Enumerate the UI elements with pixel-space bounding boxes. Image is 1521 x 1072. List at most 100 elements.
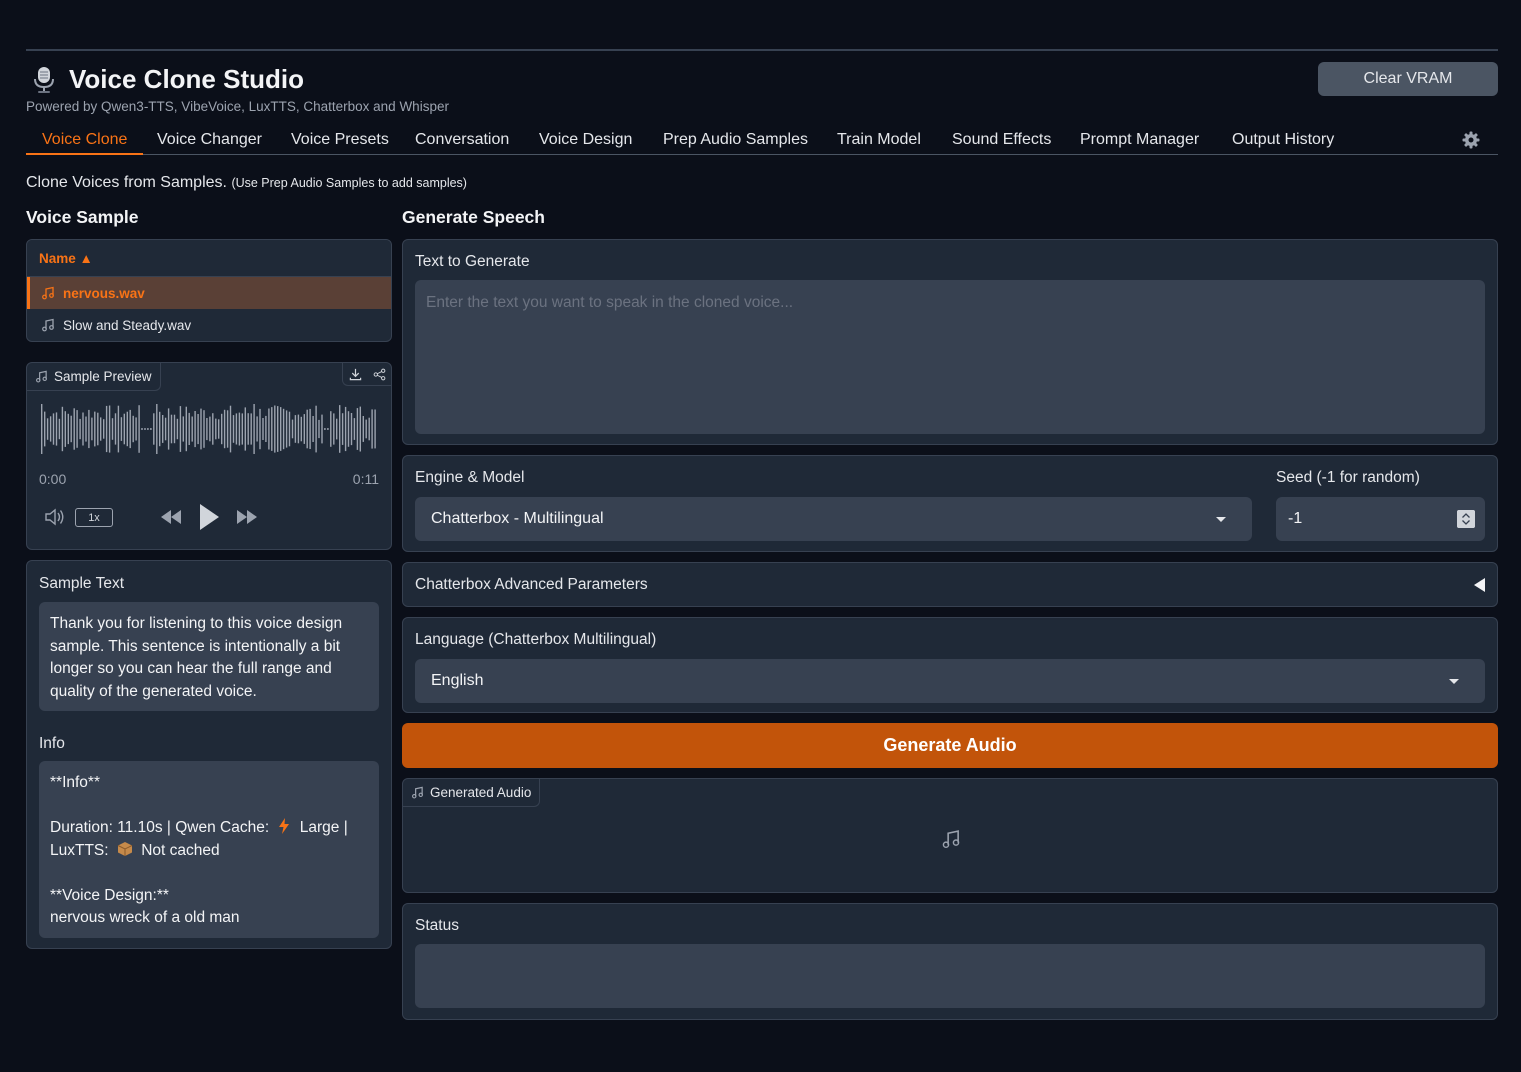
waveform-bar bbox=[223, 409, 226, 449]
file-row-nervous[interactable]: nervous.wav bbox=[27, 277, 391, 309]
tab-train-model[interactable]: Train Model bbox=[821, 128, 937, 155]
generated-audio-label-tab: Generated Audio bbox=[403, 779, 541, 807]
waveform-bar bbox=[253, 404, 255, 454]
text-to-generate-label: Text to Generate bbox=[415, 253, 530, 270]
seed-value: -1 bbox=[1288, 510, 1303, 527]
share-icon[interactable] bbox=[367, 363, 391, 385]
advanced-parameters-label: Chatterbox Advanced Parameters bbox=[415, 576, 648, 593]
sample-text-box[interactable]: Thank you for listening to this voice de… bbox=[39, 602, 379, 711]
tab-sound-effects[interactable]: Sound Effects bbox=[936, 128, 1067, 155]
duration: 0:11 bbox=[352, 471, 379, 487]
generate-speech-heading: Generate Speech bbox=[402, 207, 545, 227]
waveform-bar bbox=[162, 415, 164, 443]
language-select[interactable]: English bbox=[415, 659, 1485, 703]
waveform-bar bbox=[344, 406, 347, 452]
tab-output-history[interactable]: Output History bbox=[1216, 128, 1350, 155]
waveform-bar bbox=[135, 417, 137, 441]
playback-speed-button[interactable]: 1x bbox=[75, 508, 113, 527]
waveform-bar bbox=[271, 407, 273, 451]
waveform-bar bbox=[64, 411, 66, 447]
waveform-bar bbox=[194, 411, 196, 448]
app-subtitle: Powered by Qwen3-TTS, VibeVoice, LuxTTS,… bbox=[26, 99, 449, 114]
play-icon[interactable] bbox=[197, 502, 221, 532]
clear-vram-button[interactable]: Clear VRAM bbox=[1318, 62, 1498, 96]
waveform-bar bbox=[256, 416, 258, 442]
info-luxtts-value: Not cached bbox=[141, 841, 220, 859]
info-design-title: **Voice Design:** bbox=[50, 886, 169, 904]
waveform-bar bbox=[70, 415, 72, 443]
volume-icon[interactable] bbox=[44, 505, 66, 529]
waveform-bar bbox=[79, 418, 81, 440]
text-to-generate-panel: Text to Generate Enter the text you want… bbox=[402, 239, 1498, 445]
generate-audio-button[interactable]: Generate Audio bbox=[402, 723, 1498, 768]
status-output[interactable] bbox=[415, 944, 1485, 1008]
rewind-icon[interactable] bbox=[159, 505, 183, 529]
waveform-bar bbox=[247, 413, 249, 445]
waveform-bar bbox=[333, 413, 335, 445]
waveform-bar bbox=[324, 428, 326, 430]
waveform-bar bbox=[294, 415, 297, 443]
tab-conversation[interactable]: Conversation bbox=[399, 128, 525, 155]
waveform-bar bbox=[209, 416, 211, 442]
waveform-bar bbox=[88, 409, 90, 449]
download-icon[interactable] bbox=[343, 363, 367, 385]
file-name: Slow and Steady.wav bbox=[63, 317, 192, 333]
info-title: **Info** bbox=[50, 774, 100, 791]
waveform-bar bbox=[341, 413, 344, 445]
name-column-header[interactable]: Name ▲ bbox=[27, 240, 391, 277]
app-root: Voice Clone Studio Powered by Qwen3-TTS,… bbox=[0, 0, 1521, 1072]
waveform-bar bbox=[150, 428, 152, 430]
tab-prompt-manager[interactable]: Prompt Manager bbox=[1064, 128, 1215, 155]
chevron-down-icon bbox=[1216, 517, 1226, 522]
tab-voice-presets[interactable]: Voice Presets bbox=[275, 128, 405, 155]
waveform-bar bbox=[306, 409, 308, 449]
tab-prep-audio-samples[interactable]: Prep Audio Samples bbox=[647, 128, 824, 155]
file-row-slow-and-steady[interactable]: Slow and Steady.wav bbox=[27, 309, 391, 341]
waveform-bar bbox=[167, 408, 170, 450]
waveform-bar bbox=[374, 409, 376, 449]
fast-forward-icon[interactable] bbox=[235, 505, 259, 529]
waveform-bar bbox=[197, 414, 199, 445]
seed-input[interactable]: -1 bbox=[1276, 497, 1485, 541]
waveform-bar bbox=[120, 417, 123, 441]
waveform-bar bbox=[268, 408, 270, 450]
waveform-bar bbox=[179, 406, 182, 452]
text-to-generate-input[interactable]: Enter the text you want to speak in the … bbox=[415, 280, 1485, 434]
waveform-bar bbox=[176, 418, 179, 440]
music-note-icon bbox=[42, 318, 54, 332]
waveform-bar bbox=[114, 413, 117, 445]
waveform-bar bbox=[108, 405, 111, 453]
waveform-bar bbox=[259, 408, 261, 450]
sample-text-panel: Sample Text Thank you for listening to t… bbox=[26, 560, 392, 949]
chevron-down-icon bbox=[1449, 679, 1459, 684]
sample-preview-player: Sample Preview 0:00 0:11 1x bbox=[26, 362, 392, 550]
tab-voice-clone[interactable]: Voice Clone bbox=[26, 128, 144, 155]
tab-voice-changer[interactable]: Voice Changer bbox=[141, 128, 278, 155]
language-panel: Language (Chatterbox Multilingual) Engli… bbox=[402, 617, 1498, 713]
waveform-bar bbox=[105, 405, 108, 453]
page-description: Clone Voices from Samples. (Use Prep Aud… bbox=[26, 174, 467, 192]
info-luxtts-line: LuxTTS: Not cached bbox=[50, 840, 368, 863]
info-luxtts-label: LuxTTS: bbox=[50, 841, 109, 859]
text-to-generate-placeholder: Enter the text you want to speak in the … bbox=[426, 294, 794, 311]
waveform-bar bbox=[103, 419, 105, 439]
number-stepper-icon[interactable] bbox=[1457, 510, 1475, 528]
waveform-bar bbox=[76, 410, 78, 448]
tab-voice-design[interactable]: Voice Design bbox=[523, 128, 648, 155]
waveform-bar bbox=[303, 414, 305, 444]
settings-icon[interactable] bbox=[1462, 131, 1480, 149]
seed-label: Seed (-1 for random) bbox=[1276, 469, 1420, 486]
engine-model-select[interactable]: Chatterbox - Multilingual bbox=[415, 497, 1252, 541]
language-value: English bbox=[431, 672, 484, 689]
waveform-bar bbox=[82, 412, 84, 446]
waveform-bar bbox=[336, 418, 338, 440]
waveform-bar bbox=[226, 410, 229, 448]
generated-audio-label: Generated Audio bbox=[430, 785, 532, 800]
advanced-parameters-accordion[interactable]: Chatterbox Advanced Parameters bbox=[402, 562, 1498, 607]
waveform-bar bbox=[41, 404, 43, 454]
waveform-bar bbox=[49, 416, 52, 442]
info-label: Info bbox=[39, 735, 65, 752]
audio-waveform[interactable] bbox=[39, 401, 379, 457]
waveform-bar bbox=[250, 413, 252, 445]
description-main: Clone Voices from Samples. bbox=[26, 174, 227, 191]
